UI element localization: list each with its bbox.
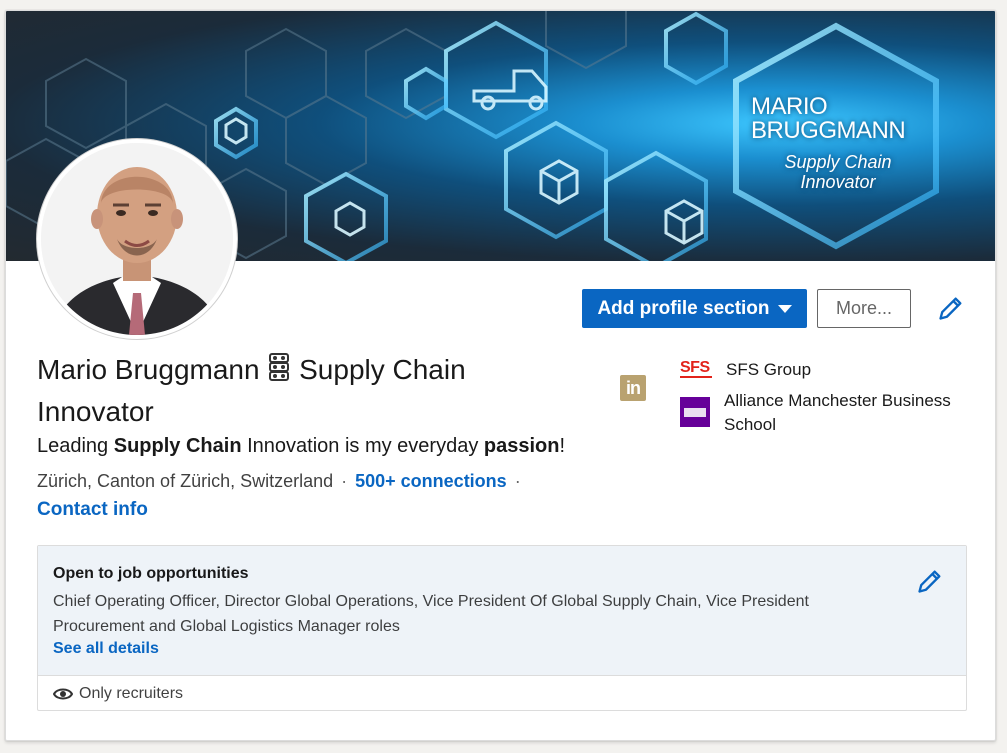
headline-part: ! <box>559 435 566 457</box>
contact-info-link[interactable]: Contact info <box>37 499 148 521</box>
visibility-label: Only recruiters <box>79 685 184 702</box>
org-sfs-group[interactable]: SFS SFS Group <box>680 358 966 382</box>
sfs-logo: SFS <box>680 358 712 378</box>
caret-down-icon <box>777 304 792 313</box>
open-to-work-title: Open to job opportunities <box>53 565 249 582</box>
location-row: Zürich, Canton of Zürich, Switzerland · 50… <box>37 469 529 493</box>
banner-subtitle: Supply Chain Innovator <box>784 152 892 192</box>
more-button[interactable]: More... <box>817 289 911 328</box>
org-label: SFS Group <box>726 360 812 379</box>
pencil-icon <box>939 297 962 320</box>
headline-part: Innovation is my everyday <box>241 435 484 457</box>
edit-intro-button[interactable] <box>937 294 965 322</box>
eye-icon <box>53 688 73 700</box>
open-to-work-box: Open to job opportunities Chief Operatin… <box>37 545 967 711</box>
see-all-details-link[interactable]: See all details <box>53 640 159 658</box>
headline-part: Leading <box>37 435 114 457</box>
connections-link[interactable]: 500+ connections <box>355 471 507 491</box>
separator-dot: · <box>341 471 348 491</box>
profile-name-heading: Mario Bruggmann Supply Chain Innovator <box>37 350 557 431</box>
profile-card: MARIO BRUGGMANN Supply Chain Innovator A… <box>5 10 996 741</box>
chain-icon <box>267 352 291 392</box>
pencil-icon <box>918 570 941 593</box>
visibility-row: Only recruiters <box>53 685 183 703</box>
org-alliance-manchester[interactable]: Alliance Manchester Business School <box>680 389 964 437</box>
separator-dot: · <box>514 471 521 491</box>
add-profile-section-button[interactable]: Add profile section <box>582 289 807 328</box>
profile-avatar[interactable] <box>37 139 237 339</box>
linkedin-icon[interactable]: in <box>620 375 646 401</box>
profile-name: Mario Bruggmann <box>37 354 260 385</box>
add-profile-section-label: Add profile section <box>597 297 770 319</box>
banner-title: MARIO BRUGGMANN <box>751 93 906 144</box>
headline-bold: Supply Chain <box>113 435 242 457</box>
open-to-work-summary: Open to job opportunities Chief Operatin… <box>38 546 966 676</box>
headline-bold: passion <box>483 435 560 457</box>
profile-photo <box>41 143 233 335</box>
amb-logo <box>680 397 710 427</box>
org-label: Alliance Manchester Business School <box>724 391 951 434</box>
open-to-work-description: Chief Operating Officer, Director Global… <box>53 593 809 635</box>
edit-open-to-work-button[interactable] <box>916 567 944 595</box>
profile-headline: Leading Supply Chain Innovation is my ev… <box>37 432 637 460</box>
profile-location: Zürich, Canton of Zürich, Switzerland <box>37 471 334 491</box>
amb-logo-mark <box>684 407 706 417</box>
